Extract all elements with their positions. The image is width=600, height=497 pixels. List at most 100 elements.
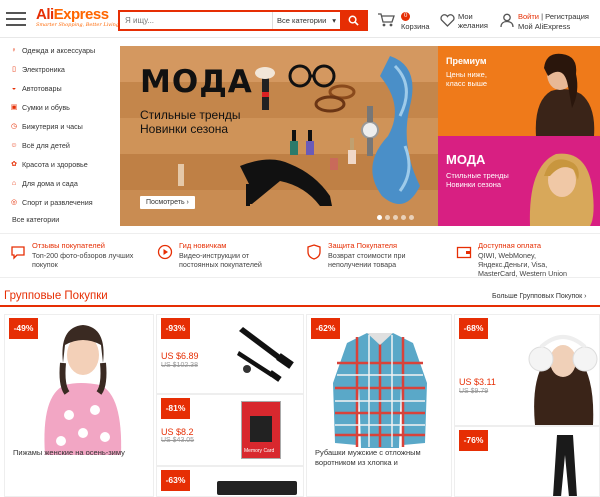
feature-title: Защита Покупателя bbox=[328, 241, 398, 250]
product-card[interactable]: -76% bbox=[454, 426, 600, 497]
chevron-down-icon: ▾ bbox=[332, 16, 336, 25]
feature-protection[interactable]: Защита Покупателя Возврат стоимости при … bbox=[306, 241, 446, 273]
sidebar-item-home[interactable]: ⌂ Для дома и сада bbox=[0, 174, 112, 193]
product-old-price: US $9.79 bbox=[459, 388, 489, 395]
beauty-icon: ✿ bbox=[11, 161, 17, 168]
promo-line: класс выше bbox=[446, 79, 488, 88]
dress-icon: ♀ bbox=[11, 47, 17, 54]
category-sidebar: ♀ Одежда и аксессуары ▯ Электроника ◒ Автот… bbox=[0, 38, 112, 228]
more-label: Больше Групповых Покупок bbox=[492, 293, 583, 300]
discount-badge: -49% bbox=[9, 318, 38, 339]
search-category-select[interactable]: Все категории ▾ bbox=[272, 12, 340, 29]
carousel-dot[interactable] bbox=[401, 215, 406, 220]
product-card[interactable]: -63% bbox=[156, 466, 304, 497]
features-bar: Отзывы покупателей Топ-200 фото-обзоров … bbox=[0, 233, 600, 278]
cart-button[interactable]: 0 Корзина bbox=[377, 9, 437, 33]
promo-line: Новинки сезона bbox=[446, 180, 502, 189]
sidebar-item-jewelry[interactable]: ◷ Бижутерия и часы bbox=[0, 117, 112, 136]
carousel-dot[interactable] bbox=[409, 215, 414, 220]
search-input[interactable] bbox=[120, 12, 272, 29]
feature-desc: QIWI, WebMoney, Яндекс.Деньги, Visa, Mas… bbox=[478, 251, 567, 278]
sidebar-item-label: Электроника bbox=[22, 65, 65, 74]
carousel-dots bbox=[377, 215, 414, 220]
sidebar-item-clothing[interactable]: ♀ Одежда и аксессуары bbox=[0, 41, 112, 60]
logo-tagline: Smarter Shopping, Better Living! bbox=[36, 22, 122, 28]
model-photo bbox=[516, 136, 600, 226]
product-image bbox=[237, 327, 294, 382]
baby-icon: ☺ bbox=[10, 142, 18, 149]
search-button[interactable] bbox=[340, 12, 366, 29]
feature-guide[interactable]: Гид новичкам Видео-инструкции от постоян… bbox=[157, 241, 297, 273]
logo-text-b: Express bbox=[53, 6, 109, 23]
watch-icon: ◷ bbox=[10, 123, 18, 130]
sidebar-item-bags[interactable]: ▣ Сумки и обувь bbox=[0, 98, 112, 117]
logo[interactable]: AliExpress Smarter Shopping, Better Livi… bbox=[36, 6, 122, 32]
product-price: US $8.2 bbox=[161, 427, 194, 437]
feature-title: Отзывы покупателей bbox=[32, 241, 105, 250]
sidebar-item-auto[interactable]: ◒ Автотовары bbox=[0, 79, 112, 98]
banner-title: МОДА bbox=[140, 64, 253, 100]
more-group-buys-link[interactable]: Больше Групповых Покупок › bbox=[492, 293, 587, 300]
sidebar-item-electronics[interactable]: ▯ Электроника bbox=[0, 60, 112, 79]
promo-line: Стильные тренды bbox=[446, 171, 509, 180]
section-title: Групповые Покупки bbox=[4, 290, 108, 302]
feature-title: Гид новичкам bbox=[179, 241, 227, 250]
wishlist-button[interactable]: Мои желания bbox=[440, 9, 496, 33]
menu-icon[interactable] bbox=[6, 12, 26, 26]
product-image bbox=[217, 481, 297, 495]
product-old-price: US $102.38 bbox=[161, 362, 198, 369]
cart-label: Корзина bbox=[401, 22, 430, 31]
chat-icon bbox=[11, 246, 25, 260]
login-link[interactable]: Войти bbox=[518, 12, 539, 21]
carousel-dot[interactable] bbox=[393, 215, 398, 220]
product-card[interactable]: -93% US $6.89 US $102.38 bbox=[156, 314, 304, 394]
header: AliExpress Smarter Shopping, Better Livi… bbox=[0, 0, 600, 38]
product-card[interactable]: -62% Рубашки мужские с отложным воротник… bbox=[306, 314, 452, 497]
register-link[interactable]: Регистрация bbox=[545, 12, 589, 21]
discount-badge: -63% bbox=[161, 470, 190, 491]
chevron-right-icon: › bbox=[584, 293, 587, 300]
sidebar-item-kids[interactable]: ☺ Всё для детей bbox=[0, 136, 112, 155]
discount-badge: -62% bbox=[311, 318, 340, 339]
promo-premium[interactable]: Премиум Цены ниже, класс выше bbox=[438, 46, 600, 136]
feature-reviews[interactable]: Отзывы покупателей Топ-200 фото-обзоров … bbox=[10, 241, 150, 273]
promo-fashion[interactable]: МОДА Стильные тренды Новинки сезона bbox=[438, 136, 600, 226]
feature-desc: Топ-200 фото-обзоров лучших покупок bbox=[32, 251, 134, 269]
feature-desc: Видео-инструкции от постоянных покупател… bbox=[179, 251, 262, 269]
product-card[interactable]: -49% Пижамы женские на осень-зиму bbox=[4, 314, 154, 497]
chevron-right-icon: › bbox=[186, 199, 189, 206]
group-buys-grid: -49% Пижамы женские на осень-зиму -93% U… bbox=[0, 314, 600, 497]
banner-subtitle: Стильные тренды Новинки сезона bbox=[140, 108, 240, 136]
memory-card-image: Memory Card bbox=[241, 401, 281, 459]
memory-card-label: Memory Card bbox=[244, 448, 275, 454]
search-category-label: Все категории bbox=[277, 16, 327, 25]
discount-badge: -76% bbox=[459, 430, 488, 451]
product-card[interactable]: -68% US $3.11 US $9.79 bbox=[454, 314, 600, 426]
sidebar-item-label: Всё для детей bbox=[22, 141, 70, 150]
sidebar-item-beauty[interactable]: ✿ Красота и здоровье bbox=[0, 155, 112, 174]
search-bar: Все категории ▾ bbox=[118, 10, 368, 31]
promo-title: МОДА bbox=[446, 152, 486, 167]
separator: | bbox=[541, 12, 544, 21]
model-photo bbox=[516, 46, 600, 136]
main-banner[interactable]: МОДА Стильные тренды Новинки сезона Посм… bbox=[120, 46, 438, 226]
logo-text-a: Ali bbox=[36, 6, 54, 23]
sidebar-item-sport[interactable]: ◎ Спорт и развлечения bbox=[0, 193, 112, 212]
product-image bbox=[333, 333, 427, 448]
product-card[interactable]: -81% US $8.2 US $43.05 Memory Card bbox=[156, 394, 304, 466]
bag-icon: ▣ bbox=[10, 104, 18, 111]
cart-count-badge: 0 bbox=[401, 12, 411, 21]
carousel-dot[interactable] bbox=[385, 215, 390, 220]
phone-icon: ▯ bbox=[12, 66, 16, 73]
sport-icon: ◎ bbox=[10, 199, 18, 206]
feature-payment[interactable]: Доступная оплата QIWI, WebMoney, Яндекс.… bbox=[456, 241, 596, 278]
banner-view-button[interactable]: Посмотреть › bbox=[140, 196, 195, 209]
home-icon: ⌂ bbox=[11, 180, 17, 187]
car-icon: ◒ bbox=[11, 85, 17, 92]
product-name: Рубашки мужские с отложным воротником из… bbox=[315, 448, 421, 467]
all-categories-link[interactable]: Все категории bbox=[0, 212, 112, 228]
my-account-link[interactable]: Мой AliExpress bbox=[518, 22, 570, 31]
carousel-dot[interactable] bbox=[377, 215, 382, 220]
product-image bbox=[528, 335, 598, 425]
discount-badge: -68% bbox=[459, 318, 488, 339]
